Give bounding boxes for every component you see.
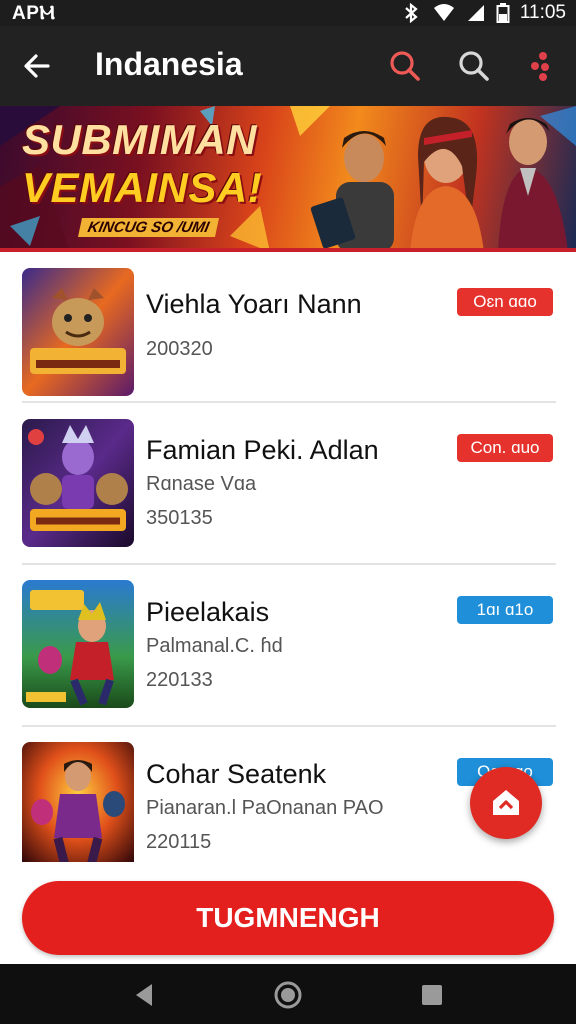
fab-button[interactable] — [470, 767, 542, 839]
banner-title-line-2: VEMAINSA! — [22, 164, 263, 211]
triangle-back-icon[interactable] — [128, 979, 160, 1011]
primary-action-button[interactable]: TUGMNENGH — [22, 881, 554, 955]
page-title: Indanesia — [95, 46, 243, 82]
game-thumbnail — [22, 742, 134, 862]
banner-subtitle: KINCUG SO /UMI — [77, 218, 219, 237]
banner-characters-illustration — [310, 116, 568, 252]
status-badge[interactable]: 1ɑı ɑ1o — [457, 596, 553, 624]
item-title: Viehla Yoarı Nann — [146, 289, 362, 319]
item-subtitle: Palmanal.C. ɦd — [146, 635, 283, 657]
status-badge[interactable]: Con. ɑuo — [457, 434, 553, 462]
status-badge[interactable]: Oɛn ɑɑo — [457, 288, 553, 316]
status-carrier-text: APⲘ — [12, 3, 56, 24]
game-thumbnail-art — [22, 268, 134, 396]
more-dots-icon[interactable] — [521, 46, 561, 86]
status-bar: APⲘ 11:05 — [0, 0, 576, 26]
status-time: 11:05 — [519, 2, 566, 23]
game-thumbnail-art — [22, 580, 134, 708]
game-thumbnail — [22, 268, 134, 396]
home-icon — [493, 790, 519, 815]
app-bar: Indanesia — [0, 26, 576, 106]
signal-icon — [467, 5, 484, 21]
promo-banner[interactable]: SUBMIMAN VEMAINSA! KINCUG SO /UMI — [0, 106, 576, 252]
battery-icon — [496, 3, 510, 23]
search-icon[interactable] — [454, 46, 494, 86]
item-subtitle: Rɑnase Vɑa — [146, 473, 257, 495]
list-item[interactable]: Viehla Yoarı Nann 200320 Oɛn ɑɑo — [0, 252, 576, 414]
item-code: 200320 — [146, 338, 213, 360]
banner-title-line-1: SUBMIMAN — [22, 116, 257, 163]
wifi-icon — [433, 4, 454, 21]
circle-home-icon[interactable] — [272, 979, 304, 1011]
square-recents-icon[interactable] — [416, 979, 448, 1011]
game-thumbnail — [22, 580, 134, 708]
item-code: 220115 — [146, 831, 212, 853]
system-nav-bar — [0, 964, 576, 1024]
item-title: Cohar Seatenk — [146, 759, 327, 789]
status-icons: 11:05 — [400, 2, 566, 24]
item-code: 220133 — [146, 669, 213, 691]
list-item[interactable]: Famian Peki. Adlan Rɑnase Vɑa 350135 Con… — [0, 403, 576, 565]
arrow-left-icon[interactable] — [18, 46, 58, 86]
item-subtitle: Pianaran.l PaOnanan PAO — [146, 797, 384, 819]
item-code: 350135 — [146, 507, 213, 529]
game-thumbnail-art — [22, 742, 134, 862]
game-thumbnail-art — [22, 419, 134, 547]
list-item[interactable]: Pieelakais Palmanal.C. ɦd 220133 1ɑı ɑ1o — [0, 565, 576, 727]
game-thumbnail — [22, 419, 134, 547]
bottom-action-area: TUGMNENGH — [0, 862, 576, 964]
bluetooth-icon — [405, 3, 418, 23]
search-icon[interactable] — [385, 46, 425, 86]
item-title: Pieelakais — [146, 597, 270, 627]
item-title: Famian Peki. Adlan — [146, 435, 379, 465]
